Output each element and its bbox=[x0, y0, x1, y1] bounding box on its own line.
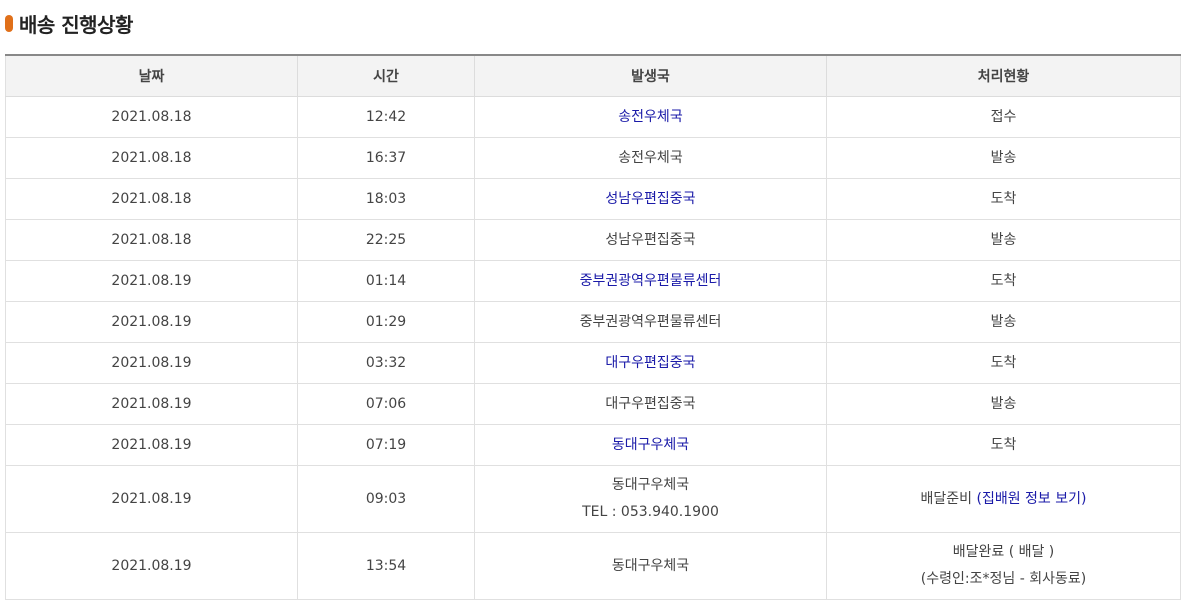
status-cell: 도착 bbox=[826, 178, 1181, 220]
table-row: 2021.08.19 07:06 대구우편집중국 발송 bbox=[5, 383, 1181, 425]
office-link[interactable]: 대구우편집중국 bbox=[605, 355, 695, 371]
date-cell: 2021.08.19 bbox=[5, 301, 298, 343]
office-cell: 동대구우체국 bbox=[474, 424, 827, 466]
status-cell: 배달준비 (집배원 정보 보기) bbox=[826, 465, 1181, 533]
time-cell: 13:54 bbox=[297, 532, 475, 600]
column-header-office: 발생국 bbox=[474, 54, 827, 97]
office-link[interactable]: 동대구우체국 bbox=[612, 437, 689, 453]
office-name: 동대구우체국 bbox=[611, 477, 690, 493]
time-cell: 03:32 bbox=[297, 342, 475, 384]
table-header-row: 날짜 시간 발생국 처리현황 bbox=[5, 54, 1181, 97]
status-cell: 발송 bbox=[826, 137, 1181, 179]
date-cell: 2021.08.19 bbox=[5, 383, 298, 425]
time-cell: 01:14 bbox=[297, 260, 475, 302]
office-cell: 송전우체국 bbox=[474, 96, 827, 138]
time-cell: 18:03 bbox=[297, 178, 475, 220]
office-cell: 송전우체국 bbox=[474, 137, 827, 179]
date-cell: 2021.08.18 bbox=[5, 219, 298, 261]
status-cell: 접수 bbox=[826, 96, 1181, 138]
time-cell: 07:06 bbox=[297, 383, 475, 425]
time-cell: 16:37 bbox=[297, 137, 475, 179]
column-header-status: 처리현황 bbox=[826, 54, 1181, 97]
office-cell: 중부권광역우편물류센터 bbox=[474, 301, 827, 343]
time-cell: 07:19 bbox=[297, 424, 475, 466]
bullet-icon bbox=[5, 14, 13, 32]
status-cell: 도착 bbox=[826, 260, 1181, 302]
time-cell: 12:42 bbox=[297, 96, 475, 138]
date-cell: 2021.08.18 bbox=[5, 178, 298, 220]
table-row: 2021.08.18 16:37 송전우체국 발송 bbox=[5, 137, 1181, 179]
delivery-tracking-table: 날짜 시간 발생국 처리현황 2021.08.18 12:42 송전우체국 접수… bbox=[5, 54, 1181, 600]
table-row: 2021.08.18 12:42 송전우체국 접수 bbox=[5, 96, 1181, 138]
status-cell: 발송 bbox=[826, 219, 1181, 261]
office-cell: 동대구우체국 bbox=[474, 532, 827, 600]
date-cell: 2021.08.19 bbox=[5, 424, 298, 466]
carrier-info-link[interactable]: (집배원 정보 보기) bbox=[976, 491, 1086, 507]
column-header-date: 날짜 bbox=[5, 54, 298, 97]
status-cell: 발송 bbox=[826, 383, 1181, 425]
date-cell: 2021.08.18 bbox=[5, 137, 298, 179]
office-cell: 성남우편집중국 bbox=[474, 219, 827, 261]
date-cell: 2021.08.19 bbox=[5, 342, 298, 384]
table-row: 2021.08.18 18:03 성남우편집중국 도착 bbox=[5, 178, 1181, 220]
office-cell: 동대구우체국 TEL : 053.940.1900 bbox=[474, 465, 827, 533]
table-row: 2021.08.19 01:14 중부권광역우편물류센터 도착 bbox=[5, 260, 1181, 302]
date-cell: 2021.08.19 bbox=[5, 532, 298, 600]
office-cell: 중부권광역우편물류센터 bbox=[474, 260, 827, 302]
status-cell: 도착 bbox=[826, 424, 1181, 466]
table-row: 2021.08.18 22:25 성남우편집중국 발송 bbox=[5, 219, 1181, 261]
table-row: 2021.08.19 09:03 동대구우체국 TEL : 053.940.19… bbox=[5, 465, 1181, 533]
table-row: 2021.08.19 07:19 동대구우체국 도착 bbox=[5, 424, 1181, 466]
office-cell: 대구우편집중국 bbox=[474, 342, 827, 384]
column-header-time: 시간 bbox=[297, 54, 475, 97]
office-link[interactable]: 성남우편집중국 bbox=[605, 191, 695, 207]
section-header: 배송 진행상황 bbox=[5, 8, 133, 38]
date-cell: 2021.08.18 bbox=[5, 96, 298, 138]
status-cell: 발송 bbox=[826, 301, 1181, 343]
office-cell: 대구우편집중국 bbox=[474, 383, 827, 425]
recipient-note: (수령인:조*정님 - 회사동료) bbox=[920, 571, 1087, 587]
office-phone: TEL : 053.940.1900 bbox=[582, 504, 719, 520]
date-cell: 2021.08.19 bbox=[5, 465, 298, 533]
office-link[interactable]: 송전우체국 bbox=[618, 109, 682, 125]
office-link[interactable]: 중부권광역우편물류센터 bbox=[580, 273, 722, 289]
section-title: 배송 진행상황 bbox=[19, 12, 133, 37]
table-row: 2021.08.19 13:54 동대구우체국 배달완료 ( 배달 ) (수령인… bbox=[5, 532, 1181, 600]
table-row: 2021.08.19 03:32 대구우편집중국 도착 bbox=[5, 342, 1181, 384]
time-cell: 22:25 bbox=[297, 219, 475, 261]
date-cell: 2021.08.19 bbox=[5, 260, 298, 302]
status-cell: 도착 bbox=[826, 342, 1181, 384]
table-row: 2021.08.19 01:29 중부권광역우편물류센터 발송 bbox=[5, 301, 1181, 343]
status-cell: 배달완료 ( 배달 ) (수령인:조*정님 - 회사동료) bbox=[826, 532, 1181, 600]
time-cell: 01:29 bbox=[297, 301, 475, 343]
status-text: 배달준비 bbox=[920, 490, 973, 507]
office-cell: 성남우편집중국 bbox=[474, 178, 827, 220]
time-cell: 09:03 bbox=[297, 465, 475, 533]
status-text: 배달완료 ( 배달 ) bbox=[952, 544, 1055, 560]
